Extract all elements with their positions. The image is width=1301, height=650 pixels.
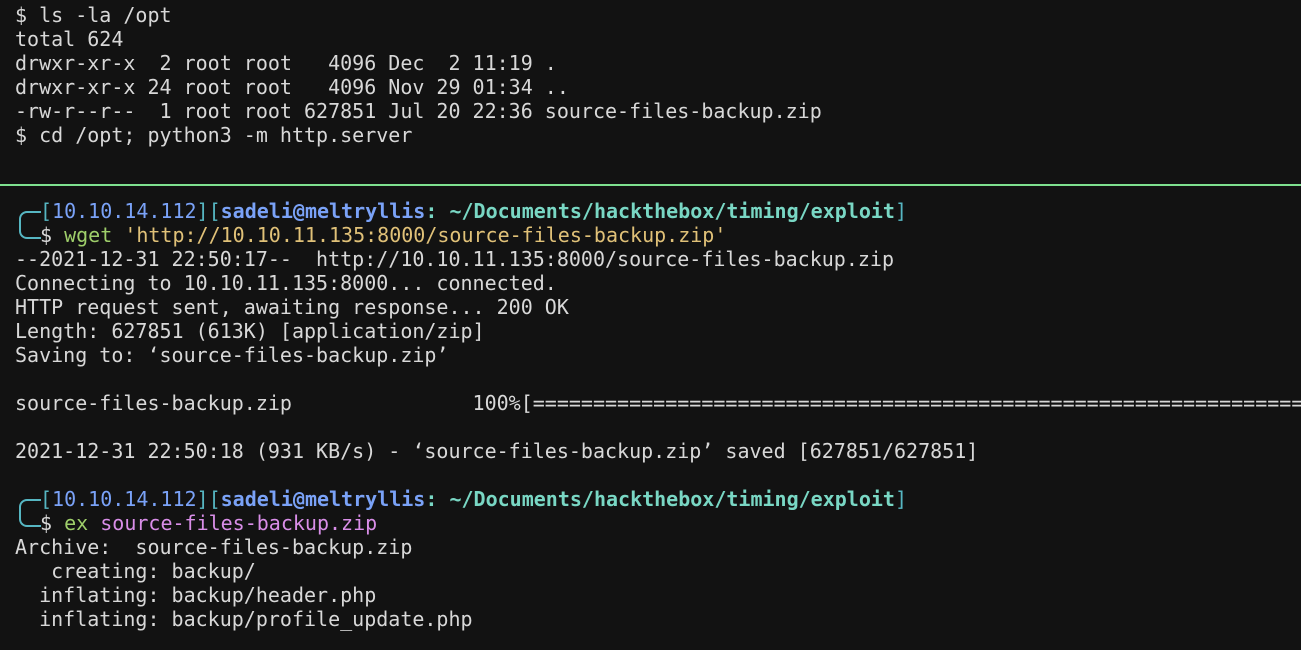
terminal-line: $ ls -la /opt — [15, 3, 172, 27]
prompt-colon: : — [425, 487, 438, 511]
output-line: creating: backup/ — [15, 559, 256, 583]
progress-line: source-files-backup.zip 100%[===========… — [15, 391, 1301, 415]
prompt-path: ~/Documents/hackthebox/timing/exploit — [437, 199, 895, 223]
prompt-header: [10.10.14.112][sadeli@meltryllis: ~/Docu… — [40, 487, 907, 511]
prompt-bracket: ] — [894, 199, 908, 223]
output-line: Connecting to 10.10.11.135:8000... conne… — [15, 271, 557, 295]
terminal-line: $ cd /opt; python3 -m http.server — [15, 123, 413, 147]
prompt-user: sadeli — [220, 199, 293, 223]
prompt-corner-icon — [19, 211, 41, 239]
output-line: Length: 627851 (613K) [application/zip] — [15, 319, 485, 343]
prompt-host: meltryllis — [304, 199, 426, 223]
command-name: ex — [64, 511, 89, 535]
command-argument: 'http://10.10.11.135:8000/source-files-b… — [124, 223, 727, 247]
terminal-line: total 624 — [15, 27, 124, 51]
prompt-dollar: $ — [40, 511, 65, 535]
output-line: HTTP request sent, awaiting response... … — [15, 295, 569, 319]
prompt-at: @ — [292, 487, 305, 511]
prompt-bracket: ] — [894, 487, 908, 511]
prompt-bracket: ][ — [196, 487, 221, 511]
prompt-at: @ — [292, 199, 305, 223]
prompt-host: meltryllis — [304, 487, 426, 511]
terminal-pane-top[interactable]: $ ls -la /opt total 624 drwxr-xr-x 2 roo… — [0, 0, 1301, 184]
command-name: wget — [64, 223, 113, 247]
prompt-ip: 10.10.14.112 — [52, 487, 197, 511]
terminal-line: -rw-r--r-- 1 root root 627851 Jul 20 22:… — [15, 99, 822, 123]
prompt-ip: 10.10.14.112 — [52, 199, 197, 223]
prompt-dollar: $ — [40, 223, 65, 247]
prompt-bracket: [ — [40, 199, 53, 223]
terminal-line: drwxr-xr-x 2 root root 4096 Dec 2 11:19 … — [15, 51, 557, 75]
output-line: --2021-12-31 22:50:17-- http://10.10.11.… — [15, 247, 894, 271]
prompt-user: sadeli — [220, 487, 293, 511]
terminal-pane-bottom[interactable]: [10.10.14.112][sadeli@meltryllis: ~/Docu… — [0, 186, 1301, 650]
output-line: inflating: backup/profile_update.php — [15, 607, 473, 631]
prompt-bracket: ][ — [196, 199, 221, 223]
command-argument: source-files-backup.zip — [100, 511, 378, 535]
output-line: Archive: source-files-backup.zip — [15, 535, 413, 559]
prompt-header: [10.10.14.112][sadeli@meltryllis: ~/Docu… — [40, 199, 907, 223]
prompt-path: ~/Documents/hackthebox/timing/exploit — [437, 487, 895, 511]
output-line: Saving to: ‘source-files-backup.zip’ — [15, 343, 449, 367]
command-line: $ ex source-files-backup.zip — [40, 511, 377, 535]
terminal-line: drwxr-xr-x 24 root root 4096 Nov 29 01:3… — [15, 75, 569, 99]
prompt-corner-icon — [19, 499, 41, 527]
prompt-bracket: [ — [40, 487, 53, 511]
output-line: 2021-12-31 22:50:18 (931 KB/s) - ‘source… — [15, 439, 979, 463]
output-line: inflating: backup/header.php — [15, 583, 377, 607]
prompt-colon: : — [425, 199, 438, 223]
command-line: $ wget 'http://10.10.11.135:8000/source-… — [40, 223, 726, 247]
